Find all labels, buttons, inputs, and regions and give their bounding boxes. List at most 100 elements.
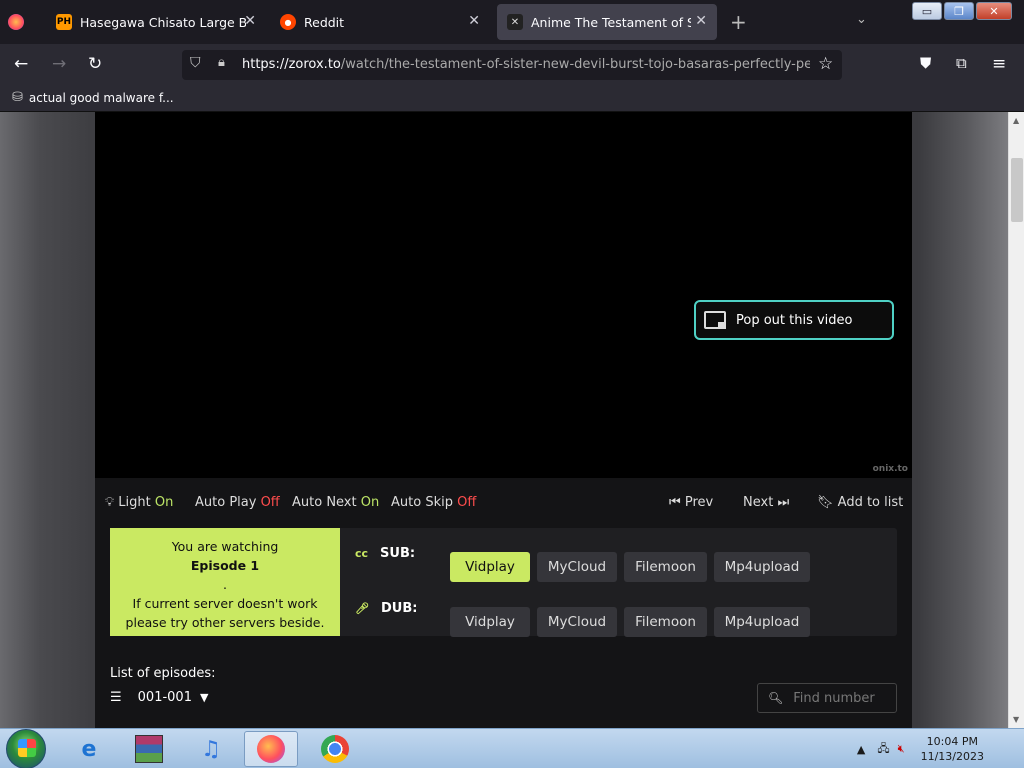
pocket-icon[interactable]: ⛊ (920, 54, 931, 72)
close-tab-icon[interactable]: ✕ (468, 13, 480, 29)
dub-row-label: 🎤︎ DUB: (355, 601, 417, 616)
show-hidden-icons-icon[interactable]: ▲ (857, 743, 865, 756)
extensions-icon[interactable]: ⧉ (956, 54, 967, 72)
dub-server-vidplay[interactable]: Vidplay (450, 607, 530, 637)
microphone-icon: 🎤︎ (355, 602, 369, 615)
menu-icon[interactable]: ≡ (992, 54, 1006, 74)
server-hint-1: If current server doesn't work (132, 596, 318, 611)
episode-label: Episode 1 (190, 558, 260, 573)
video-player[interactable]: Pop out this video onix.to (95, 112, 912, 478)
tab-reddit[interactable]: ● Reddit ✕ (272, 4, 490, 40)
bookmark-label: actual good malware f... (28, 90, 174, 105)
clock[interactable]: 10:04 PM 11/13/2023 (921, 734, 984, 764)
episode-range-select[interactable]: ☰ 001-001 ▼ (110, 690, 208, 705)
sub-server-mycloud[interactable]: MyCloud (537, 552, 617, 582)
firefox-menu-tab[interactable] (8, 4, 32, 40)
minimize-icon[interactable]: ▭ (912, 2, 942, 20)
add-to-list-button[interactable]: 🔖︎ Add to list (817, 495, 903, 510)
episode-list-title: List of episodes: (110, 666, 216, 681)
firefox-icon (8, 14, 24, 30)
prev-button[interactable]: ⏮︎ Prev (669, 495, 713, 510)
find-number-input[interactable]: 🔍︎ Find number (757, 683, 897, 713)
popout-label: Pop out this video (736, 312, 853, 328)
list-all-tabs-icon[interactable]: ⌄ (856, 12, 867, 27)
bookmark-favicon-icon: ⛁ (12, 90, 23, 105)
search-icon: 🔍︎ (768, 691, 784, 705)
new-tab-icon[interactable]: + (730, 10, 747, 34)
autoplay-label: Auto Play (195, 495, 257, 510)
server-panel: You are watching Episode 1 . If current … (110, 528, 897, 637)
page-content: Pop out this video onix.to 💡︎ Light On A… (0, 112, 1008, 728)
sub-server-vidplay[interactable]: Vidplay (450, 552, 530, 582)
clock-date: 11/13/2023 (920, 750, 984, 763)
sub-row-label: cc SUB: (355, 546, 415, 561)
start-button[interactable] (6, 729, 46, 768)
close-window-icon[interactable]: ✕ (976, 2, 1012, 20)
list-icon: ☰ (110, 690, 122, 705)
system-tray: ▲ 🖧︎ 🔇︎ 10:04 PM 11/13/2023 (857, 729, 1024, 768)
internet-explorer-icon[interactable]: e (62, 731, 116, 767)
zoro-icon: ✕ (507, 14, 523, 30)
back-icon[interactable]: ← (14, 54, 28, 74)
lightbulb-icon: 💡︎ (105, 495, 115, 510)
bookmark-icon: 🔖︎ (817, 495, 834, 510)
player-controls: 💡︎ Light On Auto Play Off Auto Next On A… (95, 478, 912, 528)
chrome-icon[interactable] (308, 731, 362, 767)
sub-server-mp4upload[interactable]: Mp4upload (714, 552, 810, 582)
light-toggle[interactable]: 💡︎ Light On (105, 495, 173, 510)
network-icon[interactable]: 🖧︎ (877, 740, 889, 759)
dub-server-filemoon[interactable]: Filemoon (624, 607, 707, 637)
dub-server-mp4upload[interactable]: Mp4upload (714, 607, 810, 637)
add-label: Add to list (837, 495, 904, 510)
tab-label: Reddit (304, 14, 345, 30)
reddit-icon: ● (280, 14, 296, 30)
bookmark-item[interactable]: ⛁ actual good malware f... (12, 90, 174, 105)
page-scrollbar[interactable]: ▲ ▼ (1008, 112, 1024, 728)
clock-time: 10:04 PM (926, 735, 978, 748)
prev-icon: ⏮︎ (669, 495, 681, 510)
tab-hasegawa[interactable]: PH Hasegawa Chisato Large Boobs ✕ (48, 4, 266, 40)
music-icon[interactable]: ♫ (184, 731, 238, 767)
light-value: On (154, 495, 174, 510)
popout-button[interactable]: Pop out this video (694, 300, 894, 340)
server-hint-2: please try other servers beside. (125, 615, 325, 630)
next-button[interactable]: Next ⏭︎ (743, 495, 789, 510)
sub-server-filemoon[interactable]: Filemoon (624, 552, 707, 582)
url-text[interactable]: https://zorox.to/watch/the-testament-of-… (242, 57, 810, 72)
close-tab-icon[interactable]: ✕ (244, 13, 256, 29)
lock-icon[interactable]: 🔒︎ (218, 55, 225, 70)
episode-range-value: 001-001 (137, 690, 192, 705)
bookmark-star-icon[interactable]: ☆ (818, 54, 833, 74)
scroll-up-icon[interactable]: ▲ (1013, 116, 1019, 125)
autoplay-value: Off (260, 495, 280, 510)
next-icon: ⏭︎ (777, 495, 790, 510)
now-watching-box: You are watching Episode 1 . If current … (110, 528, 340, 636)
scroll-thumb[interactable] (1011, 158, 1023, 222)
tab-label: Anime The Testament of Sister New Devil (531, 14, 691, 30)
dub-label: DUB: (380, 601, 418, 616)
window-controls: ▭ ❐ ✕ (912, 2, 1012, 20)
light-label: Light (118, 495, 151, 510)
autonext-label: Auto Next (292, 495, 357, 510)
sub-label: SUB: (380, 546, 416, 561)
dub-server-mycloud[interactable]: MyCloud (537, 607, 617, 637)
cc-icon: cc (355, 547, 369, 560)
shield-icon[interactable]: ⛉ (190, 55, 201, 71)
prev-label: Prev (684, 495, 714, 510)
volume-muted-icon[interactable]: 🔇︎ (898, 742, 905, 756)
autoplay-toggle[interactable]: Auto Play Off (195, 495, 280, 510)
winrar-icon[interactable] (122, 731, 176, 767)
restore-icon[interactable]: ❐ (944, 2, 974, 20)
url-bar[interactable]: ⛉ 🔒︎ https://zorox.to/watch/the-testamen… (182, 50, 842, 80)
ph-favicon-icon: PH (56, 14, 72, 30)
tab-strip: PH Hasegawa Chisato Large Boobs ✕ ● Redd… (0, 0, 1024, 44)
firefox-taskbar-icon[interactable] (244, 731, 298, 767)
tab-testament[interactable]: ✕ Anime The Testament of Sister New Devi… (497, 4, 717, 40)
bookmarks-toolbar: ⛁ actual good malware f... (0, 86, 1024, 112)
reload-icon[interactable]: ↻ (88, 54, 102, 74)
autonext-toggle[interactable]: Auto Next On (292, 495, 379, 510)
close-tab-icon[interactable]: ✕ (695, 13, 707, 29)
scroll-down-icon[interactable]: ▼ (1013, 715, 1019, 724)
autoskip-toggle[interactable]: Auto Skip Off (391, 495, 476, 510)
forward-icon[interactable]: → (52, 54, 66, 74)
